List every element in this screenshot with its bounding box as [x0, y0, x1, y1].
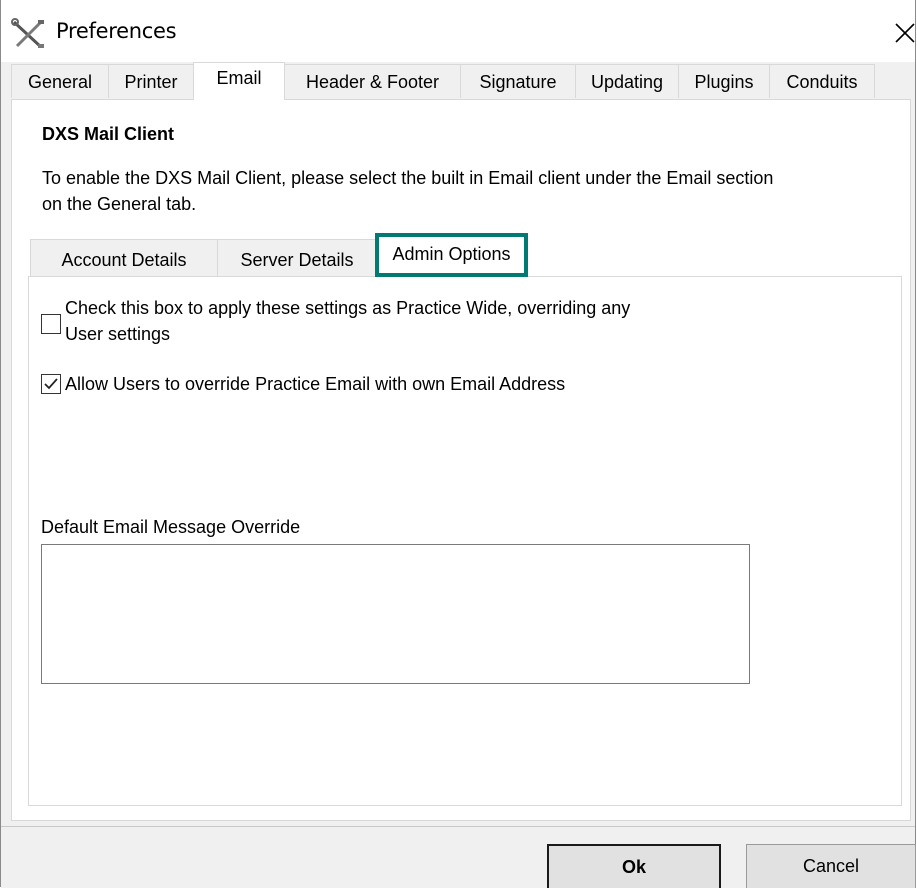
cancel-button[interactable]: Cancel	[746, 844, 916, 888]
inner-tab-strip: Account Details Server Details Admin Opt…	[30, 233, 900, 277]
title-bar: Preferences	[1, 0, 915, 62]
main-tab-strip: General Printer Email Header & Footer Si…	[11, 62, 911, 100]
tab-printer[interactable]: Printer	[108, 64, 194, 98]
tab-general[interactable]: General	[11, 64, 109, 98]
practice-wide-checkbox[interactable]	[41, 314, 61, 334]
tab-plugins[interactable]: Plugins	[678, 64, 770, 98]
button-bar: Ok Cancel	[1, 826, 916, 888]
default-message-input[interactable]	[41, 544, 750, 684]
window-title: Preferences	[56, 19, 177, 43]
admin-options-panel: Check this box to apply these settings a…	[28, 276, 902, 806]
checkmark-icon	[44, 378, 58, 390]
default-message-label: Default Email Message Override	[41, 517, 301, 537]
tab-header-footer[interactable]: Header & Footer	[284, 64, 461, 98]
section-title: DXS Mail Client	[42, 124, 175, 144]
tab-signature[interactable]: Signature	[460, 64, 576, 98]
tab-updating[interactable]: Updating	[575, 64, 679, 98]
tab-email[interactable]: Email	[193, 62, 285, 100]
info-text: To enable the DXS Mail Client, please se…	[42, 165, 902, 217]
tab-account-details[interactable]: Account Details	[30, 239, 218, 277]
tab-conduits[interactable]: Conduits	[769, 64, 875, 98]
close-icon[interactable]	[889, 14, 915, 50]
practice-wide-label-line-1: Check this box to apply these settings a…	[65, 298, 631, 318]
ok-button[interactable]: Ok	[547, 844, 721, 888]
allow-override-checkbox[interactable]	[41, 374, 61, 394]
practice-wide-label-line-2: User settings	[65, 324, 171, 344]
allow-override-label: Allow Users to override Practice Email w…	[65, 374, 566, 394]
info-line-1: To enable the DXS Mail Client, please se…	[42, 168, 774, 188]
tab-server-details[interactable]: Server Details	[217, 239, 377, 277]
email-tab-panel: DXS Mail Client To enable the DXS Mail C…	[11, 99, 911, 821]
preferences-window: Preferences General Printer Email Header…	[0, 0, 916, 888]
tools-icon	[11, 18, 44, 49]
info-line-2: on the General tab.	[42, 194, 197, 214]
tab-admin-options[interactable]: Admin Options	[376, 233, 527, 277]
practice-wide-label: Check this box to apply these settings a…	[65, 295, 630, 347]
